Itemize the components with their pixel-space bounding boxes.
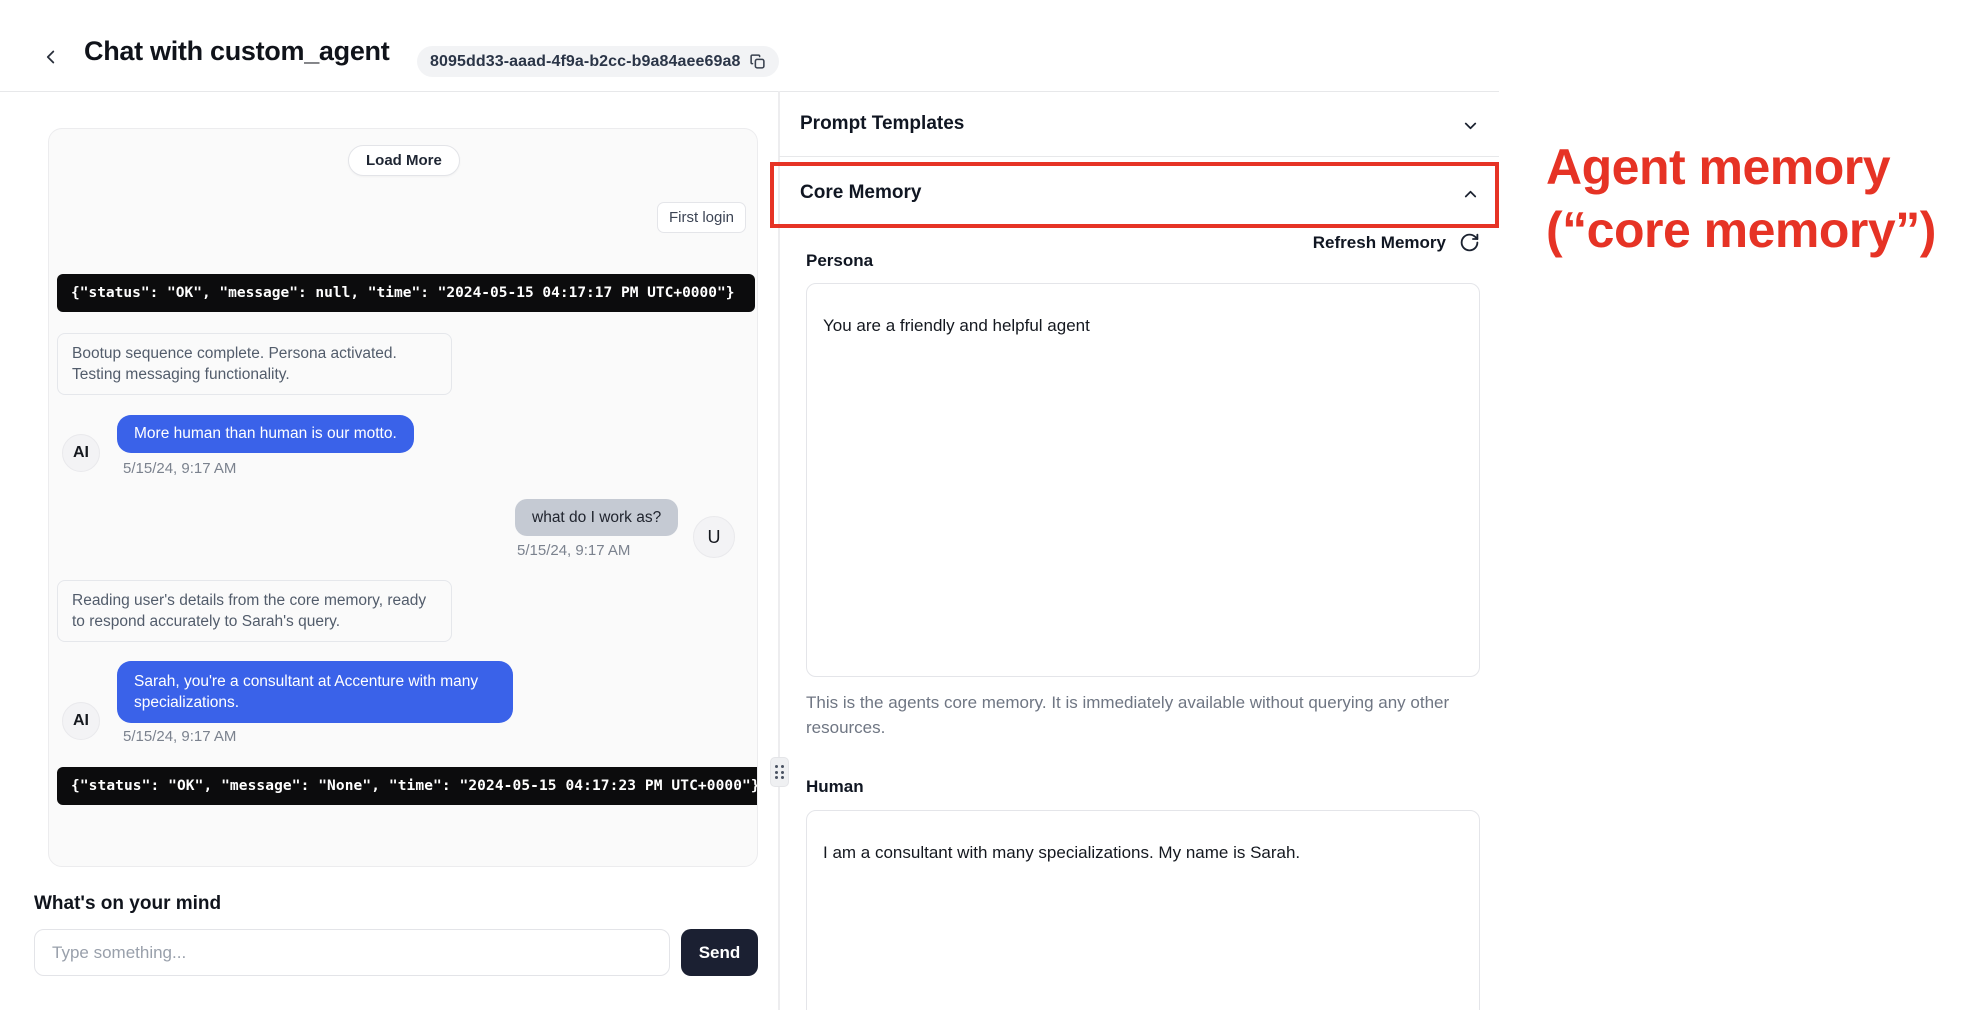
user-message-bubble: what do I work as? — [515, 499, 678, 536]
chevron-down-icon[interactable] — [1461, 116, 1480, 135]
chat-message-panel: Load More First login {"status": "OK", "… — [48, 128, 758, 867]
refresh-memory-label: Refresh Memory — [1313, 233, 1446, 253]
agent-id-badge: 8095dd33-aaad-4f9a-b2cc-b9a84aee69a8 — [417, 46, 779, 77]
back-button[interactable] — [36, 42, 66, 72]
message-input[interactable] — [34, 929, 670, 976]
message-timestamp: 5/15/24, 9:17 AM — [123, 460, 236, 477]
persona-textarea[interactable]: You are a friendly and helpful agent — [806, 283, 1480, 677]
core-memory-description: This is the agents core memory. It is im… — [806, 690, 1461, 740]
drag-handle-icon[interactable] — [770, 757, 789, 787]
status-message: {"status": "OK", "message": "None", "tim… — [57, 767, 758, 805]
copy-icon[interactable] — [749, 53, 766, 70]
send-button[interactable]: Send — [681, 929, 758, 976]
annotation-line-1: Agent memory — [1546, 136, 1936, 199]
core-memory-header[interactable]: Core Memory — [800, 182, 921, 204]
message-timestamp: 5/15/24, 9:17 AM — [517, 542, 630, 559]
message-timestamp: 5/15/24, 9:17 AM — [123, 728, 236, 745]
annotation-text: Agent memory (“core memory”) — [1546, 136, 1936, 262]
page-title: Chat with custom_agent — [84, 36, 389, 67]
header-divider — [0, 91, 1499, 92]
chevron-left-icon — [40, 46, 62, 68]
ai-message-bubble: More human than human is our motto. — [117, 415, 414, 453]
ai-message-bubble: Sarah, you're a consultant at Accenture … — [117, 661, 513, 723]
persona-label: Persona — [806, 251, 873, 271]
ai-avatar: AI — [62, 702, 100, 740]
status-message: {"status": "OK", "message": null, "time"… — [57, 274, 755, 312]
app-window: Chat with custom_agent 8095dd33-aaad-4f9… — [0, 0, 1986, 1010]
refresh-icon — [1459, 232, 1480, 253]
agent-id-text: 8095dd33-aaad-4f9a-b2cc-b9a84aee69a8 — [430, 53, 740, 71]
refresh-memory-button[interactable]: Refresh Memory — [1295, 232, 1480, 253]
section-divider — [779, 156, 1499, 157]
load-more-button[interactable]: Load More — [348, 145, 460, 176]
annotation-line-2: (“core memory”) — [1546, 199, 1936, 262]
first-login-badge: First login — [657, 202, 746, 233]
ai-avatar: AI — [62, 434, 100, 472]
composer-label: What's on your mind — [34, 893, 221, 915]
user-avatar: U — [693, 516, 735, 558]
chevron-up-icon[interactable] — [1461, 185, 1480, 204]
drag-dots — [775, 765, 784, 779]
system-message: Reading user's details from the core mem… — [57, 580, 452, 642]
panel-divider — [778, 91, 780, 1010]
human-label: Human — [806, 777, 864, 797]
system-message: Bootup sequence complete. Persona activa… — [57, 333, 452, 395]
prompt-templates-header[interactable]: Prompt Templates — [800, 113, 964, 135]
human-textarea[interactable]: I am a consultant with many specializati… — [806, 810, 1480, 1010]
